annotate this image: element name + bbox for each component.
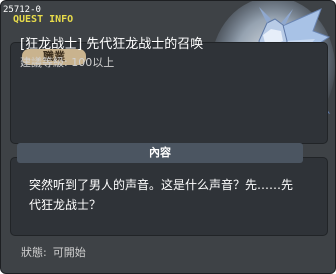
content-header: 內容	[17, 143, 303, 163]
quest-description: 突然听到了男人的声音。这是什么声音？先……先代狂龙战士？	[29, 178, 294, 212]
quest-status: 狀態: 可開始	[21, 246, 92, 260]
quest-name: [狂龙战士] 先代狂龙战士的召唤	[20, 37, 204, 52]
quest-info-dialog: 25712-0 QUEST INFO 職業 [狂龙战士] 先代狂龙战士的召唤 建…	[0, 0, 336, 274]
quest-info-title: QUEST INFO	[13, 14, 74, 25]
recommended-level: 建議等級: 100以上	[20, 56, 115, 69]
status-value: 可開始	[52, 246, 86, 259]
status-label: 狀態:	[21, 246, 47, 259]
